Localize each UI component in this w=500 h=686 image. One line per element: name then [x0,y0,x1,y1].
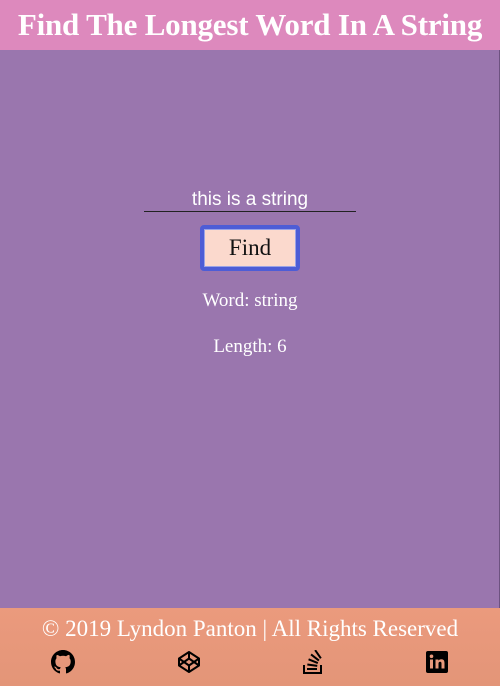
codepen-icon[interactable] [176,649,202,675]
stackoverflow-icon[interactable] [300,649,326,675]
page-header: Find The Longest Word In A String [0,0,500,50]
copyright-text: © 2019 Lyndon Panton | All Rights Reserv… [41,616,459,641]
page-footer: © 2019 Lyndon Panton | All Rights Reserv… [0,608,500,686]
word-length-result: Length: 6 [213,336,287,357]
main-content: Find Word: string Length: 6 [0,50,500,608]
linkedin-icon[interactable] [424,649,450,675]
find-button[interactable]: Find [200,225,300,271]
page: Find The Longest Word In A String Find W… [0,0,500,686]
page-title: Find The Longest Word In A String [17,7,483,42]
longest-word-result: Word: string [202,290,298,311]
github-icon[interactable] [50,649,76,675]
string-input[interactable] [144,188,356,212]
